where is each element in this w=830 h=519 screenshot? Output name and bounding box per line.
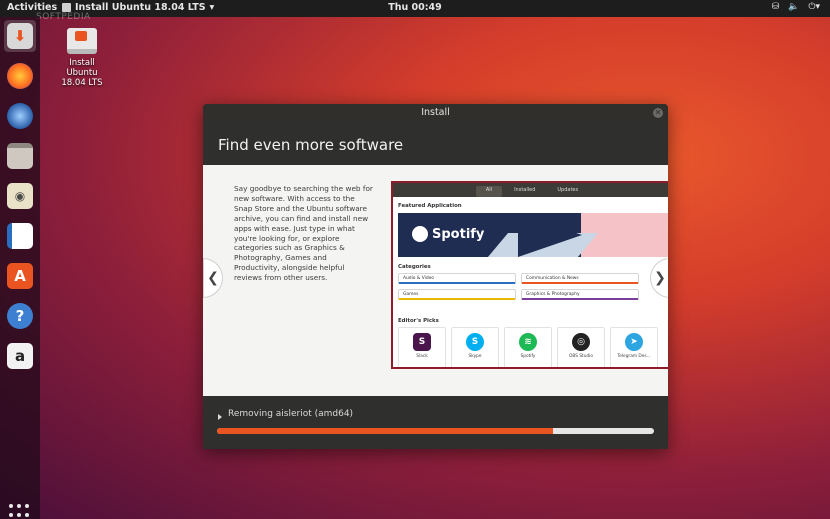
spotify-icon: ≋ (519, 333, 537, 351)
dock-help[interactable]: ? (4, 300, 36, 332)
top-bar: Activities Install Ubuntu 18.04 LTS ▾ Th… (0, 0, 830, 17)
show-applications-icon[interactable] (9, 504, 31, 519)
category-item: Audio & Video (398, 273, 516, 284)
spotify-icon (412, 226, 428, 242)
installer-icon: ⬇ (7, 23, 33, 49)
pick-card: ◎ OBS Studio (557, 327, 605, 367)
desktop-install-ubuntu[interactable]: Install Ubuntu 18.04 LTS (58, 28, 106, 88)
store-tab-installed: Installed (514, 187, 536, 193)
pick-name: Slack (416, 354, 428, 359)
featured-banner: Spotify (398, 213, 668, 257)
close-button[interactable]: ✕ (653, 108, 663, 118)
files-icon (7, 143, 33, 169)
software-store-screenshot: All Installed Updates Featured Applicati… (391, 181, 668, 369)
expand-triangle-icon (218, 414, 222, 420)
telegram-icon: ➤ (625, 333, 643, 351)
category-item: Communication & News (521, 273, 639, 284)
pick-name: Spotify (520, 354, 536, 359)
dock-firefox[interactable] (4, 60, 36, 92)
category-item: Games (398, 289, 516, 300)
desktop-icon-label: Install Ubuntu 18.04 LTS (61, 58, 103, 88)
installer-icon (67, 28, 97, 54)
dock-amazon[interactable]: a (4, 340, 36, 372)
help-icon: ? (7, 303, 33, 329)
featured-app-name: Spotify (432, 226, 485, 242)
install-status-text: Removing aisleriot (amd64) (228, 409, 354, 419)
volume-icon[interactable]: 🔈 (788, 2, 799, 12)
amazon-icon: a (7, 343, 33, 369)
pick-name: Telegram Des... (617, 354, 651, 359)
pick-name: Skype (468, 354, 482, 359)
dock-thunderbird[interactable] (4, 100, 36, 132)
categories-label: Categories (398, 264, 431, 270)
window-title: Install (203, 104, 668, 122)
store-tabs: All Installed Updates (393, 183, 668, 197)
system-tray[interactable]: ⛁ 🔈 ⏻▾ (772, 2, 820, 12)
network-icon[interactable]: ⛁ (772, 2, 780, 12)
dock-ubuntu-software[interactable]: A (4, 260, 36, 292)
progress-fill (217, 428, 554, 434)
install-progress-bar (217, 428, 654, 434)
store-tab-updates: Updates (557, 187, 579, 193)
pick-name: OBS Studio (568, 354, 594, 359)
pick-card: S Slack (398, 327, 446, 367)
installer-window: Install ✕ Find even more software Say go… (203, 104, 668, 449)
skype-icon: S (466, 333, 484, 351)
rhythmbox-icon: ◉ (7, 183, 33, 209)
dock-install-ubuntu[interactable]: ⬇ (4, 20, 36, 52)
editors-picks-label: Editor's Picks (398, 318, 439, 324)
slide-description: Say goodbye to searching the web for new… (234, 184, 373, 283)
firefox-icon (7, 63, 33, 89)
thunderbird-icon (7, 103, 33, 129)
obs-icon: ◎ (572, 333, 590, 351)
software-icon: A (7, 263, 33, 289)
dock: ⬇ ◉ A ? a (0, 17, 40, 519)
writer-icon (7, 223, 33, 249)
category-item: Graphics & Photography (521, 289, 639, 300)
page-heading: Find even more software (218, 136, 404, 154)
slideshow: Say goodbye to searching the web for new… (203, 165, 668, 396)
featured-label: Featured Application (398, 203, 462, 209)
watermark: SOFTPEDIA (36, 12, 91, 22)
dock-libreoffice-writer[interactable] (4, 220, 36, 252)
pick-card: ≋ Spotify (504, 327, 552, 367)
previous-slide-button[interactable]: ❮ (203, 258, 223, 298)
install-status[interactable]: Removing aisleriot (amd64) (218, 409, 354, 420)
pick-card: S Skype (451, 327, 499, 367)
slack-icon: S (413, 333, 431, 351)
dock-rhythmbox[interactable]: ◉ (4, 180, 36, 212)
dock-files[interactable] (4, 140, 36, 172)
clock[interactable]: Thu 00:49 (0, 2, 830, 13)
store-tab-all: All (475, 186, 503, 197)
power-icon[interactable]: ⏻▾ (808, 2, 820, 12)
pick-card: ➤ Telegram Des... (610, 327, 658, 367)
